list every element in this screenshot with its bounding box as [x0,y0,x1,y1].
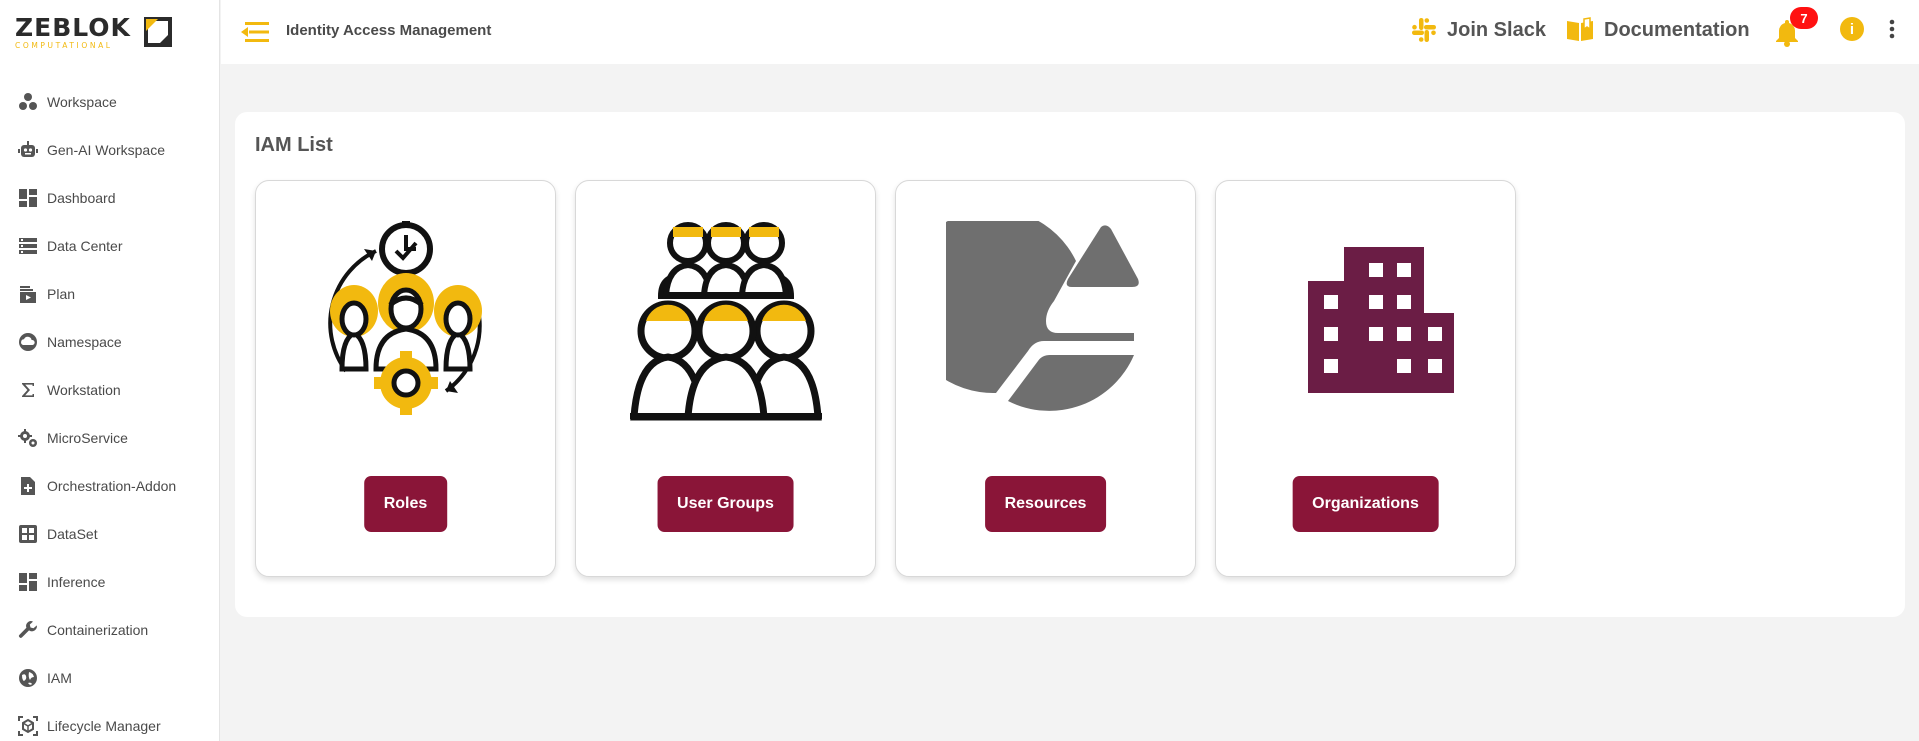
roles-card[interactable]: Roles [255,180,556,577]
lifecycle-icon [18,716,38,736]
join-slack-label: Join Slack [1447,18,1546,41]
dashboard-icon [18,188,38,208]
sidebar-item-label: Data Center [47,238,123,254]
resources-card[interactable]: Resources [895,180,1196,577]
resources-icon [896,221,1195,421]
resources-button[interactable]: Resources [984,476,1107,532]
sidebar-item-lifecycle-manager[interactable]: Lifecycle Manager [0,702,220,741]
more-options-icon[interactable] [1886,18,1898,40]
slack-icon [1412,18,1436,42]
dashboard-icon [18,572,38,592]
sidebar-item-inference[interactable]: Inference [0,558,220,606]
sidebar-item-label: Plan [47,286,76,302]
gears-icon [18,428,38,448]
collapse-menu-button[interactable] [239,18,271,46]
sidebar-item-label: Containerization [47,622,149,638]
sidebar-item-label: Dashboard [47,190,116,206]
sidebar-item-containerization[interactable]: Containerization [0,606,220,654]
sidebar-item-label: Gen-AI Workspace [47,142,166,158]
sidebar: ZEBLOK COMPUTATIONAL Workspace Gen-AI Wo… [0,0,220,741]
top-header: Identity Access Management Join Slack Do… [221,0,1919,64]
globe-icon [18,668,38,688]
sigma-icon [18,380,38,400]
storage-icon [18,236,38,256]
sidebar-item-label: Lifecycle Manager [47,718,161,734]
sidebar-item-label: IAM [47,670,72,686]
join-slack-link[interactable]: Join Slack [1411,17,1546,43]
sidebar-item-dashboard[interactable]: Dashboard [0,174,220,222]
sidebar-item-workspace[interactable]: Workspace [0,78,220,126]
sidebar-item-label: Orchestration-Addon [47,478,177,494]
page-title: Identity Access Management [286,22,492,39]
cloud-icon [18,332,38,352]
user-groups-icon [576,221,875,421]
sidebar-item-label: MicroService [47,430,128,446]
robot-icon [18,140,38,160]
wrench-icon [18,620,38,640]
sidebar-item-label: Inference [47,574,106,590]
sidebar-nav: Workspace Gen-AI Workspace Dashboard Dat… [0,78,220,741]
organizations-button[interactable]: Organizations [1292,476,1439,532]
roles-button[interactable]: Roles [363,476,448,532]
notification-count-badge: 7 [1790,7,1818,29]
organization-building-icon [1216,221,1515,421]
menu-collapse-icon [241,22,269,42]
sidebar-item-label: DataSet [47,526,98,542]
iam-list-panel: IAM List Roles User Groups Resources Org… [235,112,1905,617]
grid-icon [18,524,38,544]
file-add-icon [18,476,38,496]
sidebar-item-iam[interactable]: IAM [0,654,220,702]
plan-icon [18,284,38,304]
sidebar-item-gen-ai-workspace[interactable]: Gen-AI Workspace [0,126,220,174]
sidebar-item-label: Namespace [47,334,122,350]
info-button[interactable]: i [1840,17,1864,41]
sidebar-item-orchestration-addon[interactable]: Orchestration-Addon [0,462,220,510]
book-icon [1567,17,1593,41]
sidebar-item-namespace[interactable]: Namespace [0,318,220,366]
roles-icon [256,221,555,421]
zeblok-logo[interactable]: ZEBLOK COMPUTATIONAL [15,15,172,51]
workspace-icon [18,92,38,112]
documentation-label: Documentation [1604,18,1750,41]
sidebar-item-plan[interactable]: Plan [0,270,220,318]
sidebar-item-microservice[interactable]: MicroService [0,414,220,462]
sidebar-item-data-center[interactable]: Data Center [0,222,220,270]
documentation-link[interactable]: Documentation [1566,17,1750,43]
sidebar-item-dataset[interactable]: DataSet [0,510,220,558]
sidebar-item-label: Workspace [47,94,117,110]
panel-title: IAM List [255,134,333,156]
user-groups-button[interactable]: User Groups [657,476,794,532]
logo-mark-icon [144,17,172,47]
organizations-card[interactable]: Organizations [1215,180,1516,577]
sidebar-item-label: Workstation [47,382,121,398]
user-groups-card[interactable]: User Groups [575,180,876,577]
sidebar-item-workstation[interactable]: Workstation [0,366,220,414]
